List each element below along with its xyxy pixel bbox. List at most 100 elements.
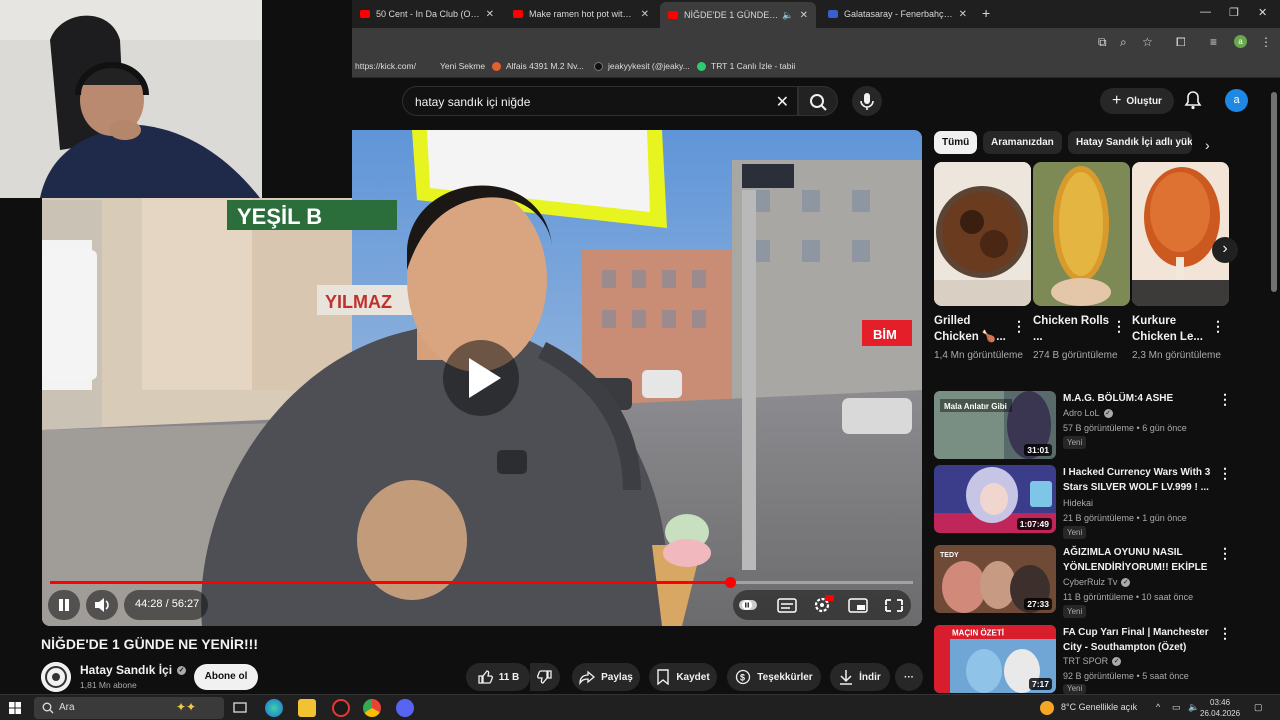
user-avatar[interactable]: a <box>1225 89 1248 112</box>
video-title[interactable]: M.A.G. BÖLÜM:4 ASHE <box>1063 391 1211 406</box>
short-title[interactable]: Kurkure Chicken Le... <box>1132 313 1210 345</box>
subscribe-button[interactable]: Abone ol <box>194 664 258 690</box>
more-actions-button[interactable]: ··· <box>895 663 923 691</box>
browser-tab[interactable]: Make ramen hot pot with me. ✕ <box>505 4 657 24</box>
recorder-app-icon[interactable] <box>332 699 350 717</box>
bookmark-item[interactable]: jeakyykesit (@jeaky... <box>594 61 690 71</box>
video-channel[interactable]: CyberRulz Tv ✓ <box>1063 577 1131 587</box>
more-vert-icon[interactable]: ⋮ <box>1112 318 1126 335</box>
edge-browser-icon[interactable] <box>265 699 283 717</box>
chip-channel-uploads[interactable]: Hatay Sandık İçi adlı yük <box>1068 131 1192 154</box>
more-vert-icon[interactable]: ⋮ <box>1012 318 1026 335</box>
media-control-icon[interactable]: ≡ <box>1210 35 1217 49</box>
bookmark-star-icon[interactable]: ☆ <box>1142 35 1153 49</box>
short-thumbnail[interactable] <box>934 162 1031 306</box>
video-thumbnail[interactable]: Mala Anlatır Gibi 31:01 <box>934 391 1056 459</box>
progress-bar[interactable] <box>50 577 913 588</box>
file-explorer-icon[interactable] <box>298 699 316 717</box>
share-button[interactable]: Paylaş <box>572 663 640 691</box>
short-title[interactable]: Grilled Chicken 🍗... <box>934 313 1012 345</box>
search-button[interactable] <box>798 86 838 116</box>
close-icon[interactable]: ✕ <box>486 9 494 20</box>
video-channel[interactable]: TRT SPOR ✓ <box>1063 656 1122 666</box>
bookmark-item[interactable]: Alfais 4391 M.2 Nv... <box>492 61 584 71</box>
channel-name[interactable]: Hatay Sandık İçi ✓ <box>80 663 187 677</box>
thanks-button[interactable]: $ Teşekkürler <box>727 663 821 691</box>
minimize-icon[interactable]: — <box>1200 6 1211 18</box>
weather-text[interactable]: 8°C Genellikle açık <box>1061 702 1137 712</box>
discord-icon[interactable] <box>396 699 414 717</box>
chip-all[interactable]: Tümü <box>934 131 977 154</box>
speaker-icon[interactable]: 🔈 <box>782 10 793 21</box>
bookmark-item[interactable]: https://kick.com/ <box>355 61 416 71</box>
clear-search-icon[interactable]: ✕ <box>776 92 789 112</box>
video-title[interactable]: I Hacked Currency Wars With 3 Stars SILV… <box>1063 465 1211 495</box>
video-thumbnail[interactable]: TEDY 27:33 <box>934 545 1056 613</box>
download-button[interactable]: İndir <box>830 663 890 691</box>
new-tab-icon[interactable]: + <box>982 5 990 21</box>
task-view-icon[interactable] <box>231 699 249 717</box>
browser-tab[interactable]: Galatasaray - Fenerbahçe canlı ✕ <box>820 4 975 24</box>
more-vert-icon[interactable]: ⋮ <box>1218 545 1232 562</box>
channel-avatar[interactable] <box>41 662 71 692</box>
search-box[interactable]: hatay sandık içi niğde ✕ <box>402 86 798 116</box>
create-button[interactable]: + Oluştur <box>1100 88 1174 114</box>
chips-next-chevron-icon[interactable]: › <box>1205 137 1210 153</box>
video-title[interactable]: FA Cup Yarı Final | Manchester City - So… <box>1063 625 1211 655</box>
notifications-button[interactable] <box>1184 90 1202 115</box>
window-close-icon[interactable]: ✕ <box>1258 6 1267 19</box>
video-thumbnail[interactable]: MAÇIN ÖZETİ 7:17 <box>934 625 1056 693</box>
extensions-icon[interactable]: ⧠ <box>1176 35 1186 50</box>
save-button[interactable]: Kaydet <box>649 663 717 691</box>
progress-scrubber-handle[interactable] <box>725 577 737 588</box>
browser-menu-icon[interactable]: ⋮ <box>1260 35 1272 49</box>
network-icon[interactable]: ▭ <box>1172 702 1181 713</box>
settings-gear-icon[interactable] <box>814 595 834 613</box>
more-vert-icon[interactable]: ⋮ <box>1218 625 1232 642</box>
system-clock[interactable]: 03:46 26.04.2026 <box>1200 697 1240 719</box>
shorts-next-chevron-icon[interactable]: › <box>1212 237 1238 263</box>
browser-tab[interactable]: 50 Cent - In Da Club (Official M ✕ <box>352 4 502 24</box>
like-button[interactable]: 11 B <box>466 663 530 691</box>
notification-center-icon[interactable]: ▢ <box>1254 702 1263 713</box>
dislike-button[interactable] <box>530 663 560 691</box>
video-channel[interactable]: Adro LoL ✓ <box>1063 408 1113 418</box>
browser-tab-active[interactable]: NİĞDE'DE 1 GÜNDE NE YE 🔈 ✕ <box>660 2 816 28</box>
bookmark-item[interactable]: TRT 1 Canlı İzle - tabii <box>697 61 795 71</box>
video-title[interactable]: AĞIZIMLA OYUNU NASIL YÖNLENDİRİYORUM!! E… <box>1063 545 1211 575</box>
zoom-icon[interactable]: ⌕ <box>1120 35 1127 50</box>
mute-button[interactable] <box>86 590 118 620</box>
scrollbar-thumb[interactable] <box>1271 92 1277 292</box>
fullscreen-icon[interactable] <box>885 599 903 612</box>
pause-button[interactable] <box>48 590 80 620</box>
chrome-browser-icon[interactable] <box>363 699 381 717</box>
volume-tray-icon[interactable]: 🔈 <box>1188 702 1199 713</box>
browser-profile-avatar[interactable]: a <box>1234 35 1247 48</box>
video-channel[interactable]: Hidekai <box>1063 498 1093 508</box>
cast-icon[interactable]: ⧉ <box>1098 35 1107 50</box>
more-vert-icon[interactable]: ⋮ <box>1211 318 1225 335</box>
autoplay-toggle-icon[interactable] <box>739 600 757 610</box>
weather-icon[interactable] <box>1040 701 1054 715</box>
bookmark-item[interactable]: Yeni Sekme <box>440 61 485 71</box>
close-icon[interactable]: ✕ <box>959 9 967 20</box>
taskbar-search-box[interactable]: Ara ✦✦ <box>34 697 224 719</box>
more-vert-icon[interactable]: ⋮ <box>1218 465 1232 482</box>
short-thumbnail[interactable] <box>1033 162 1130 306</box>
subtitles-icon[interactable] <box>777 598 797 613</box>
short-title[interactable]: Chicken Rolls ... <box>1033 313 1111 345</box>
windows-start-icon[interactable] <box>9 702 21 714</box>
chip-from-search[interactable]: Aramanızdan <box>983 131 1062 154</box>
video-thumbnail[interactable]: 1:07:49 <box>934 465 1056 533</box>
page-scrollbar[interactable] <box>1271 82 1277 682</box>
miniplayer-icon[interactable] <box>848 598 868 613</box>
short-thumbnail[interactable] <box>1132 162 1229 306</box>
restore-icon[interactable]: ❐ <box>1229 6 1239 19</box>
more-vert-icon[interactable]: ⋮ <box>1218 391 1232 408</box>
close-icon[interactable]: ✕ <box>641 9 649 20</box>
play-button[interactable] <box>443 340 519 416</box>
search-input[interactable]: hatay sandık içi niğde <box>415 95 530 109</box>
close-icon[interactable]: ✕ <box>800 10 808 21</box>
tray-chevron-icon[interactable]: ^ <box>1156 702 1160 712</box>
voice-search-button[interactable] <box>852 86 882 116</box>
